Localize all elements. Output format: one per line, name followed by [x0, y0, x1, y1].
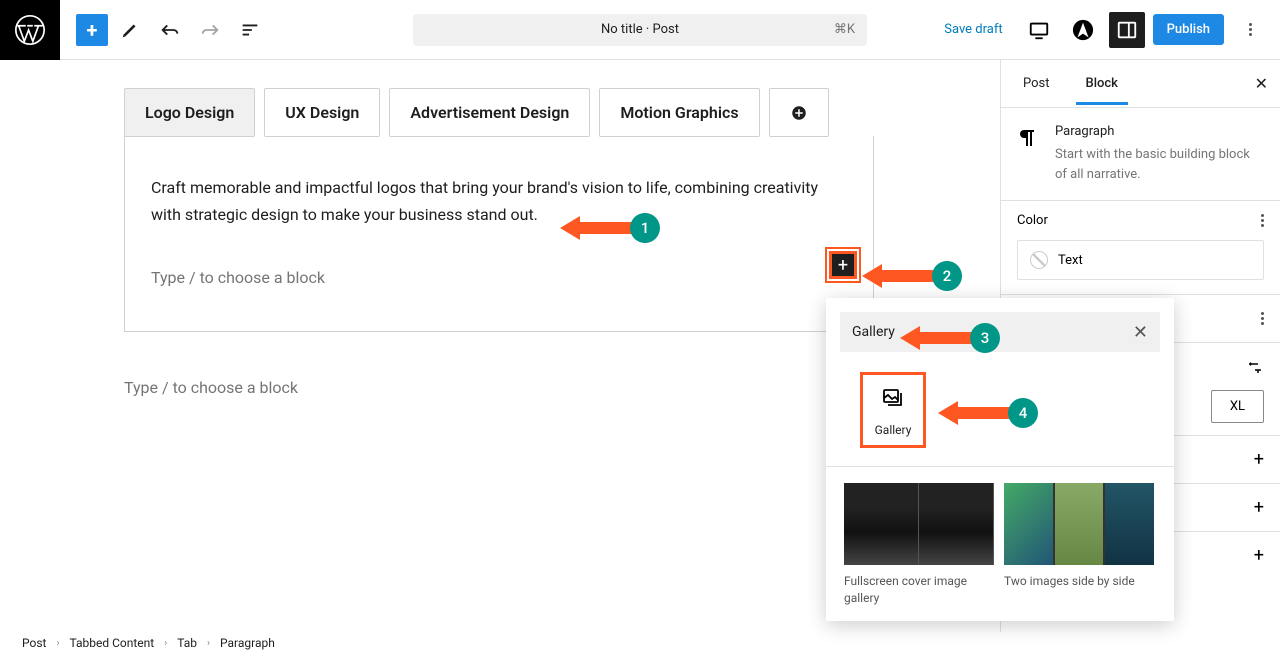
- tabbed-content-tabs: Logo Design UX Design Advertisement Desi…: [124, 88, 1000, 137]
- clear-search-icon[interactable]: ✕: [1133, 322, 1148, 343]
- annotation-1: 1: [560, 213, 660, 243]
- annotation-3: 3: [900, 323, 1000, 353]
- options-menu-icon[interactable]: [1232, 12, 1268, 48]
- sliders-icon[interactable]: [1246, 358, 1264, 376]
- color-options-icon[interactable]: [1261, 214, 1264, 227]
- paragraph-icon: [1017, 126, 1041, 150]
- redo-icon[interactable]: [192, 12, 228, 48]
- expand-icon[interactable]: +: [1254, 545, 1264, 566]
- document-title-bar[interactable]: No title · Post ⌘K: [413, 14, 867, 46]
- kbd-shortcut: ⌘K: [834, 22, 855, 37]
- view-desktop-icon[interactable]: [1021, 12, 1057, 48]
- publish-button[interactable]: Publish: [1153, 14, 1224, 45]
- close-sidebar-icon[interactable]: ✕: [1255, 74, 1268, 93]
- block-type-name: Paragraph: [1055, 124, 1264, 139]
- settings-sidebar-toggle-icon[interactable]: [1109, 12, 1145, 48]
- text-color-row[interactable]: Text: [1017, 240, 1264, 280]
- block-info: Paragraph Start with the basic building …: [1001, 108, 1280, 200]
- block-breadcrumb: Post› Tabbed Content› Tab› Paragraph: [0, 632, 275, 654]
- add-tab-button[interactable]: [769, 88, 829, 137]
- document-title: No title · Post: [601, 22, 679, 37]
- pattern-two-images[interactable]: Two images side by side: [1004, 483, 1154, 607]
- breadcrumb-item[interactable]: Paragraph: [220, 636, 275, 650]
- breadcrumb-item[interactable]: Tabbed Content: [69, 636, 154, 650]
- block-placeholder[interactable]: Type / to choose a block: [151, 268, 847, 287]
- color-panel-header[interactable]: Color: [1001, 200, 1280, 240]
- add-block-button[interactable]: +: [829, 251, 857, 279]
- annotation-2: 2: [862, 261, 962, 291]
- tab-panel: Craft memorable and impactful logos that…: [124, 136, 874, 332]
- expand-icon[interactable]: +: [1254, 449, 1264, 470]
- breadcrumb-item[interactable]: Post: [22, 636, 46, 650]
- tab-advertisement-design[interactable]: Advertisement Design: [389, 88, 590, 137]
- editor-toolbar: + No title · Post ⌘K Save draft Publish: [0, 0, 1280, 60]
- gallery-block-option[interactable]: Gallery: [860, 372, 926, 448]
- color-swatch-icon: [1030, 251, 1048, 269]
- pattern-fullscreen-gallery[interactable]: Fullscreen cover image gallery: [844, 483, 994, 607]
- wordpress-logo[interactable]: [0, 0, 60, 60]
- astra-icon[interactable]: [1065, 12, 1101, 48]
- annotation-4: 4: [938, 398, 1038, 428]
- more-options-icon[interactable]: [1261, 312, 1264, 325]
- gallery-icon: [881, 385, 905, 409]
- block-inserter-button[interactable]: +: [76, 14, 108, 46]
- breadcrumb-item[interactable]: Tab: [177, 636, 197, 650]
- tab-post-settings[interactable]: Post: [1013, 62, 1060, 105]
- inserter-search-input[interactable]: Gallery ✕: [840, 312, 1160, 352]
- tab-logo-design[interactable]: Logo Design: [124, 88, 255, 137]
- block-inserter-popover: Gallery ✕ Gallery Fullscreen cover image…: [826, 298, 1174, 621]
- tab-ux-design[interactable]: UX Design: [264, 88, 380, 137]
- paragraph-block[interactable]: Craft memorable and impactful logos that…: [151, 174, 847, 228]
- undo-icon[interactable]: [152, 12, 188, 48]
- size-xl-button[interactable]: XL: [1211, 390, 1264, 423]
- edit-icon[interactable]: [112, 12, 148, 48]
- block-type-desc: Start with the basic building block of a…: [1055, 145, 1264, 184]
- document-overview-icon[interactable]: [232, 12, 268, 48]
- expand-icon[interactable]: +: [1254, 497, 1264, 518]
- save-draft-button[interactable]: Save draft: [934, 16, 1012, 43]
- tab-motion-graphics[interactable]: Motion Graphics: [599, 88, 759, 137]
- tab-block-settings[interactable]: Block: [1076, 62, 1128, 105]
